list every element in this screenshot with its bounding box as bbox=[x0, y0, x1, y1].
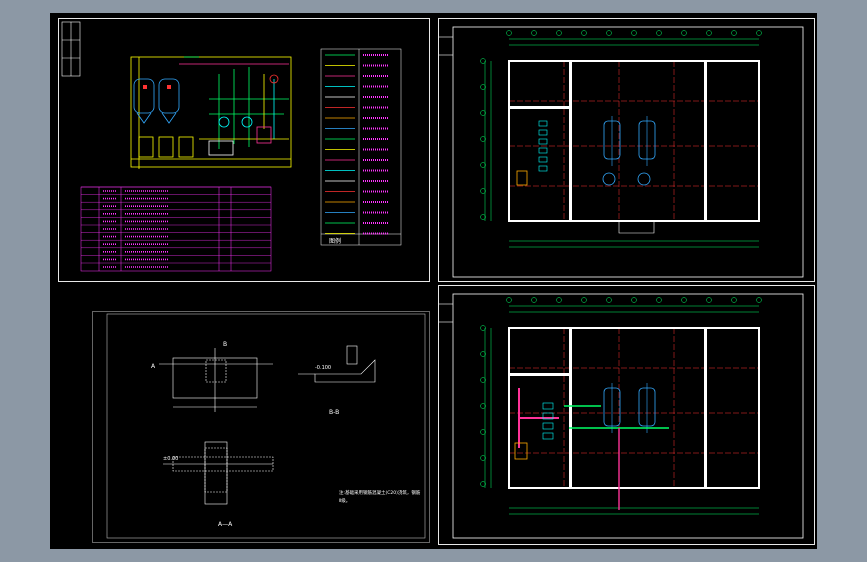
return-pipe bbox=[564, 405, 669, 429]
section-note: 注:基础采用钢筋混凝土(C20)浇筑，钢筋 bbox=[339, 489, 421, 496]
interior-wall bbox=[509, 106, 569, 109]
legend-table bbox=[320, 48, 402, 246]
axis-bubble bbox=[756, 30, 762, 36]
small-equipment bbox=[538, 120, 548, 127]
axis-bubble bbox=[556, 30, 562, 36]
axis-bubble bbox=[681, 297, 687, 303]
plan-marker-b: B bbox=[223, 341, 227, 348]
small-equipment bbox=[542, 422, 554, 430]
axis-bubble bbox=[506, 297, 512, 303]
small-equipment bbox=[542, 402, 554, 410]
small-equipment bbox=[538, 165, 548, 172]
sheet-plan-lower[interactable] bbox=[438, 285, 815, 545]
plan-marker-a: A bbox=[151, 363, 156, 370]
drain-pipe bbox=[618, 221, 655, 234]
axis-bubble bbox=[631, 30, 637, 36]
axis-bubble bbox=[606, 297, 612, 303]
axis-bubble bbox=[706, 297, 712, 303]
axis-bubble bbox=[681, 30, 687, 36]
section-note-2: Ⅱ级。 bbox=[339, 497, 350, 504]
small-equipment bbox=[538, 147, 548, 154]
interior-wall bbox=[569, 328, 572, 488]
section-bb bbox=[298, 345, 376, 383]
section-bb-elevation: -0.100 bbox=[315, 365, 331, 371]
plan-lower-drawing bbox=[439, 293, 804, 539]
plan-lower-floorplan bbox=[480, 297, 762, 515]
axis-bubble bbox=[731, 30, 737, 36]
axis-bubble bbox=[706, 30, 712, 36]
sheet-flow-diagram[interactable]: 图例 bbox=[58, 18, 430, 282]
sheet-section-details[interactable]: A B -0.100 B-B ±0.00 A—A 注:基础采用钢筋混凝土(C20… bbox=[92, 311, 430, 543]
interior-wall bbox=[704, 61, 707, 221]
small-equipment bbox=[542, 432, 554, 440]
legend-end-label: 图例 bbox=[329, 237, 341, 245]
axis-bubble bbox=[631, 297, 637, 303]
legend-rows bbox=[325, 54, 389, 235]
flow-diagram-drawing: 图例 bbox=[61, 21, 402, 272]
small-equipment bbox=[538, 138, 548, 145]
pump-equipment bbox=[637, 172, 651, 186]
exterior-wall bbox=[508, 60, 760, 222]
cad-canvas: 图例 A B -0.100 B-B ±0.00 A—A 注:基础采用钢筋混凝土(… bbox=[50, 13, 817, 549]
cabinet-equipment bbox=[514, 442, 528, 460]
interior-wall bbox=[704, 328, 707, 488]
interior-wall bbox=[569, 61, 572, 221]
interior-wall bbox=[509, 373, 569, 376]
foundation-plan-view bbox=[159, 348, 273, 412]
axis-bubble bbox=[606, 30, 612, 36]
axis-bubble bbox=[531, 297, 537, 303]
axis-bubble bbox=[656, 30, 662, 36]
axis-bubble bbox=[556, 297, 562, 303]
pump-equipment bbox=[602, 172, 616, 186]
axis-bubble bbox=[731, 297, 737, 303]
section-details-drawing: A B -0.100 B-B ±0.00 A—A 注:基础采用钢筋混凝土(C20… bbox=[106, 313, 426, 539]
axis-bubble bbox=[531, 30, 537, 36]
equipment-rows bbox=[81, 186, 271, 268]
plan-upper-drawing bbox=[439, 26, 804, 278]
small-equipment bbox=[538, 129, 548, 136]
section-aa-title: A—A bbox=[218, 521, 233, 528]
section-aa-elevation: ±0.00 bbox=[163, 456, 178, 462]
small-equipment bbox=[538, 156, 548, 163]
section-aa bbox=[163, 441, 274, 505]
axis-bubble bbox=[506, 30, 512, 36]
sheet-plan-upper[interactable] bbox=[438, 18, 815, 282]
axis-bubble bbox=[656, 297, 662, 303]
axis-bubble bbox=[581, 30, 587, 36]
section-bb-title: B-B bbox=[329, 409, 339, 416]
axis-bubble bbox=[756, 297, 762, 303]
cabinet-equipment bbox=[516, 170, 528, 186]
axis-bubble bbox=[581, 297, 587, 303]
plan-upper-floorplan bbox=[480, 30, 762, 248]
exterior-wall bbox=[508, 327, 760, 489]
process-schematic bbox=[130, 56, 292, 169]
